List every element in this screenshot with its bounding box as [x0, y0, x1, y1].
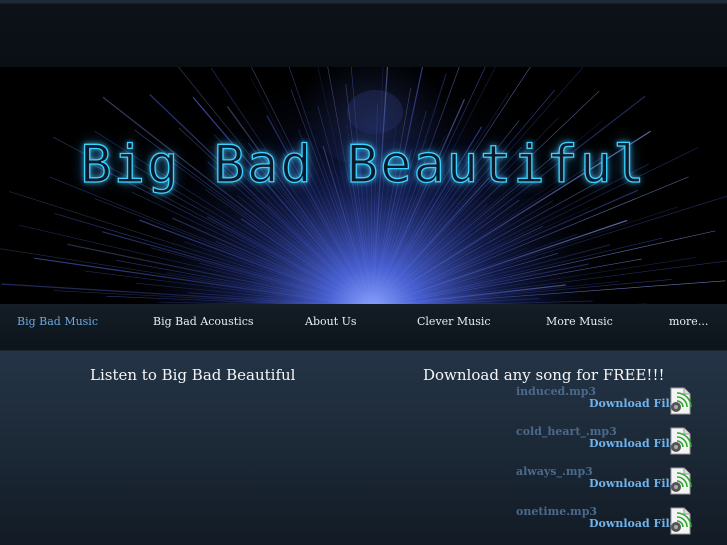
download-file-link[interactable]: Download File	[589, 397, 677, 410]
download-file-name: onetime.mp3	[516, 505, 598, 518]
download-file-name: induced.mp3	[516, 385, 597, 398]
main-nav: Big Bad Music Big Bad Acoustics About Us…	[0, 304, 727, 344]
download-file-link[interactable]: Download File	[589, 477, 677, 490]
header-banner: Big Bad Beautiful	[0, 67, 727, 304]
download-heading: Download any song for FREE!!!	[423, 366, 665, 384]
download-item: induced.mp3 Download File	[516, 385, 716, 425]
main-content: Listen to Big Bad Beautiful Download any…	[0, 344, 727, 545]
site-title: Big Bad Beautiful	[80, 134, 647, 195]
download-file-link[interactable]: Download File	[589, 437, 677, 450]
audio-file-icon[interactable]	[667, 387, 693, 415]
nav-item-about-us[interactable]: About Us	[305, 304, 357, 344]
listen-heading: Listen to Big Bad Beautiful	[90, 366, 296, 384]
download-item: always_.mp3 Download File	[516, 465, 716, 505]
download-item: onetime.mp3 Download File	[516, 505, 716, 545]
audio-file-icon[interactable]	[667, 427, 693, 455]
nav-item-clever-music[interactable]: Clever Music	[417, 304, 491, 344]
nav-item-big-bad-music[interactable]: Big Bad Music	[17, 304, 98, 344]
top-bar	[0, 0, 727, 67]
nav-item-more-music[interactable]: More Music	[546, 304, 613, 344]
nav-item-more[interactable]: more...	[669, 304, 708, 344]
nav-item-big-bad-acoustics[interactable]: Big Bad Acoustics	[153, 304, 254, 344]
audio-file-icon[interactable]	[667, 507, 693, 535]
audio-file-icon[interactable]	[667, 467, 693, 495]
download-file-link[interactable]: Download File	[589, 517, 677, 530]
download-item: cold_heart_.mp3 Download File	[516, 425, 716, 465]
download-file-name: always_.mp3	[516, 465, 593, 478]
